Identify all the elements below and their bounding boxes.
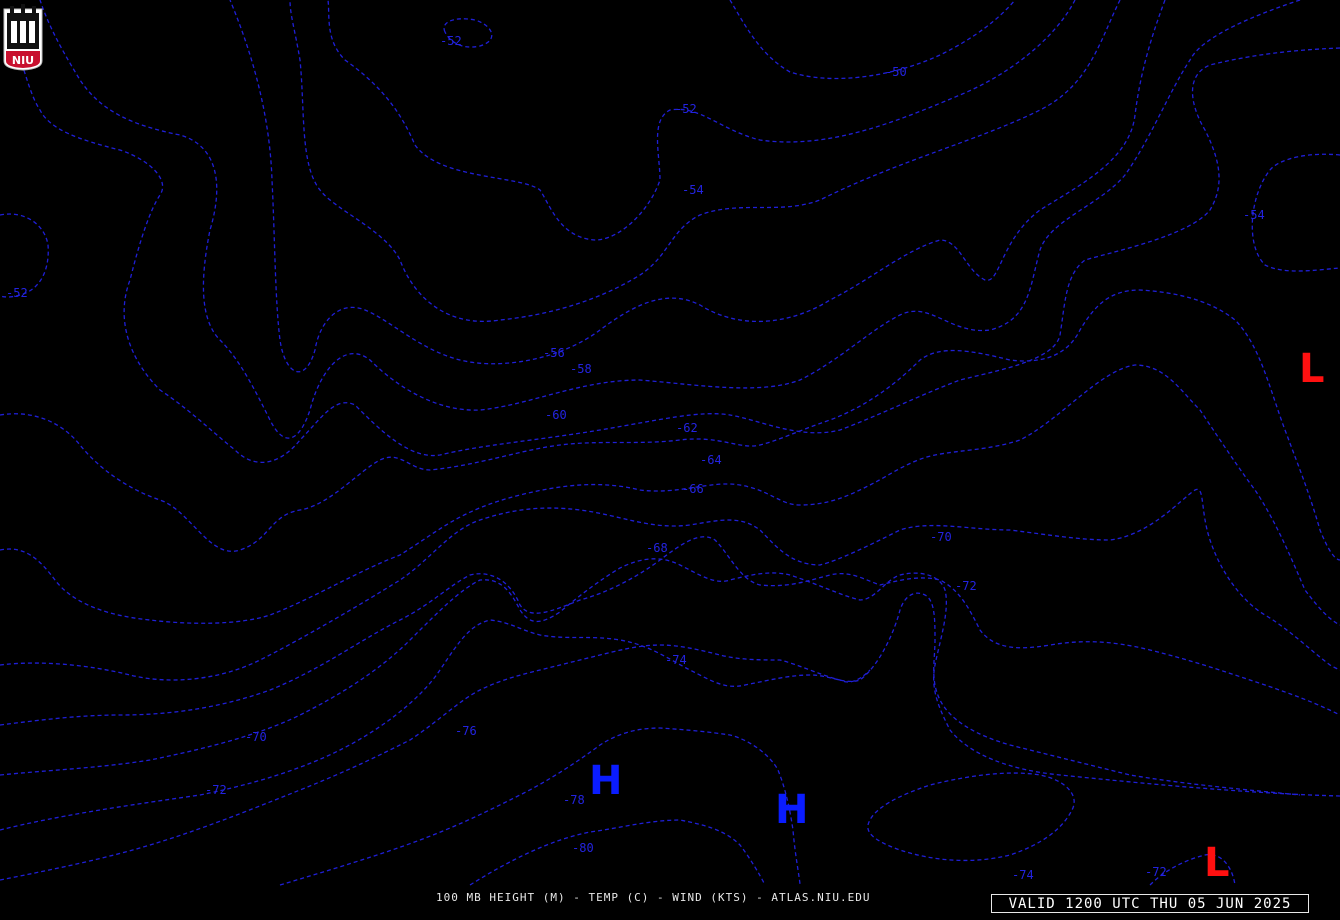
contour-label: -78	[563, 793, 585, 807]
contour-label: -56	[543, 346, 565, 360]
contour-label: -50	[885, 65, 907, 79]
contour-label: -60	[545, 408, 567, 422]
contour-label: -52	[6, 286, 28, 300]
contour-label: -52	[440, 34, 462, 48]
contour-label: -68	[646, 541, 668, 555]
high-pressure-marker: H	[775, 787, 808, 833]
contour-label: -74	[1012, 868, 1034, 882]
contour-label: -54	[1243, 208, 1265, 222]
high-pressure-marker: H	[589, 758, 622, 804]
valid-time-box: VALID 1200 UTC THU 05 JUN 2025	[991, 894, 1309, 913]
contour-label: -80	[572, 841, 594, 855]
niu-logo-text: NIU	[12, 54, 34, 67]
low-pressure-marker: L	[1299, 346, 1325, 392]
niu-logo: NIU	[3, 4, 43, 71]
contour-label: -54	[682, 183, 704, 197]
contour-label: -62	[676, 421, 698, 435]
contour-label: -74	[665, 653, 687, 667]
low-pressure-marker: L	[1204, 840, 1230, 886]
contour-label: -70	[245, 730, 267, 744]
contour-label: -76	[455, 724, 477, 738]
contour-label: -64	[700, 453, 722, 467]
contour-label: -52	[675, 102, 697, 116]
contour-label: -72	[205, 783, 227, 797]
contour-label: -66	[682, 482, 704, 496]
contour-label: -72	[1145, 865, 1167, 879]
contour-label: -70	[930, 530, 952, 544]
contour-label: -58	[570, 362, 592, 376]
map-caption: 100 MB HEIGHT (M) - TEMP (C) - WIND (KTS…	[436, 891, 871, 904]
weather-map: -52 -50 -52 -54 -54 -52 -56 -58 -60 -62 …	[0, 0, 1340, 920]
contour-label: -72	[955, 579, 977, 593]
